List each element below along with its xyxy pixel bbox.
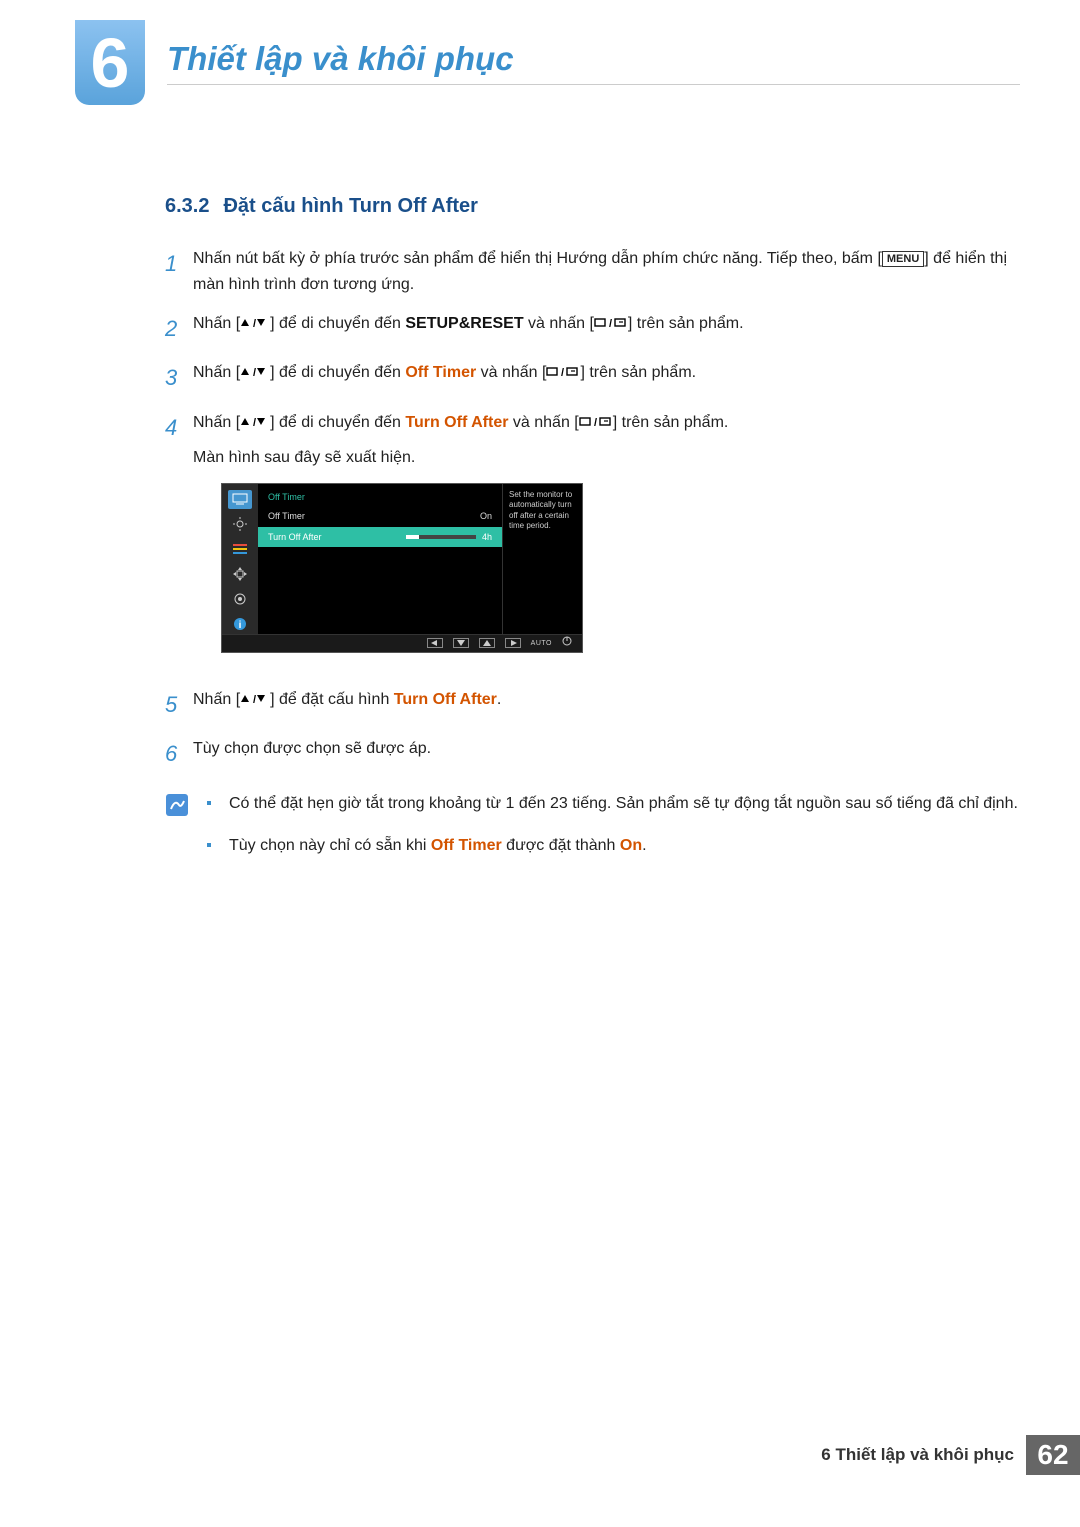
step-number: 2 <box>165 311 193 346</box>
step-2: 2 Nhấn [/] để di chuyển đến SETUP&RESET … <box>165 311 1020 346</box>
osd-menu: Off Timer Off Timer On Turn Off After 4h <box>258 484 502 634</box>
osd-footer: AUTO <box>222 634 582 652</box>
svg-text:/: / <box>253 417 256 428</box>
step-5: 5 Nhấn [/] để đặt cấu hình Turn Off Afte… <box>165 687 1020 722</box>
section-number: 6.3.2 <box>165 195 209 217</box>
info-icon: i <box>228 615 252 634</box>
osd-title: Off Timer <box>258 488 502 506</box>
right-icon <box>505 638 521 648</box>
note-block: Có thể đặt hẹn giờ tắt trong khoảng từ 1… <box>165 791 1020 874</box>
osd-sidebar: i <box>222 484 258 634</box>
step-number: 1 <box>165 246 193 297</box>
section-title: Đặt cấu hình Turn Off After <box>223 195 477 217</box>
up-down-icon: / <box>240 366 270 378</box>
svg-text:i: i <box>239 620 242 631</box>
list-icon <box>228 540 252 559</box>
osd-help-text: Set the monitor to automatically turn of… <box>502 484 582 634</box>
osd-row-turn-off-after: Turn Off After 4h <box>258 527 502 547</box>
down-icon <box>453 638 469 648</box>
footer-page-number: 62 <box>1026 1435 1080 1475</box>
svg-text:/: / <box>561 367 564 378</box>
sun-icon <box>228 515 252 534</box>
note-item: Có thể đặt hẹn giờ tắt trong khoảng từ 1… <box>207 791 1020 817</box>
footer-chapter-label: 6 Thiết lập và khôi phục <box>821 1445 1014 1465</box>
move-icon <box>228 565 252 584</box>
up-down-icon: / <box>240 317 270 329</box>
step-list: 1 Nhấn nút bất kỳ ở phía trước sản phẩm … <box>165 246 1020 771</box>
note-icon <box>165 793 189 817</box>
step-6: 6 Tùy chọn được chọn sẽ được áp. <box>165 736 1020 771</box>
enter-source-icon: / <box>579 416 613 428</box>
page-content: 6.3.2 Đặt cấu hình Turn Off After 1 Nhấn … <box>0 115 1080 874</box>
osd-slider <box>406 535 476 539</box>
up-down-icon: / <box>240 693 270 705</box>
step-number: 4 <box>165 410 193 673</box>
step-1: 1 Nhấn nút bất kỳ ở phía trước sản phẩm … <box>165 246 1020 297</box>
section-heading: 6.3.2 Đặt cấu hình Turn Off After <box>165 195 1020 218</box>
power-icon <box>562 636 572 650</box>
svg-text:/: / <box>253 694 256 705</box>
osd-row-off-timer: Off Timer On <box>258 506 502 526</box>
step-number: 6 <box>165 736 193 771</box>
svg-text:/: / <box>253 318 256 329</box>
svg-text:/: / <box>609 318 612 329</box>
note-item: Tùy chọn này chỉ có sẵn khi Off Timer đư… <box>207 833 1020 859</box>
page-footer: 6 Thiết lập và khôi phục 62 <box>821 1435 1080 1475</box>
up-icon <box>479 638 495 648</box>
gear-icon <box>228 590 252 609</box>
step-4: 4 Nhấn [/] để di chuyển đến Turn Off Aft… <box>165 410 1020 673</box>
up-down-icon: / <box>240 416 270 428</box>
step-number: 5 <box>165 687 193 722</box>
enter-source-icon: / <box>594 317 628 329</box>
enter-source-icon: / <box>546 366 580 378</box>
osd-screenshot: i Off Timer Off Timer On Turn Off After <box>221 483 1020 653</box>
monitor-icon <box>228 490 252 509</box>
chapter-title: Thiết lập và khôi phục <box>167 40 1020 85</box>
left-icon <box>427 638 443 648</box>
chapter-number-tab: 6 <box>75 20 145 105</box>
svg-text:/: / <box>253 367 256 378</box>
auto-label: AUTO <box>531 638 552 649</box>
svg-text:/: / <box>594 417 597 428</box>
step-number: 3 <box>165 360 193 395</box>
menu-button-label: MENU <box>882 251 924 267</box>
page-header: 6 Thiết lập và khôi phục <box>0 0 1080 115</box>
step-3: 3 Nhấn [/] để di chuyển đến Off Timer và… <box>165 360 1020 395</box>
